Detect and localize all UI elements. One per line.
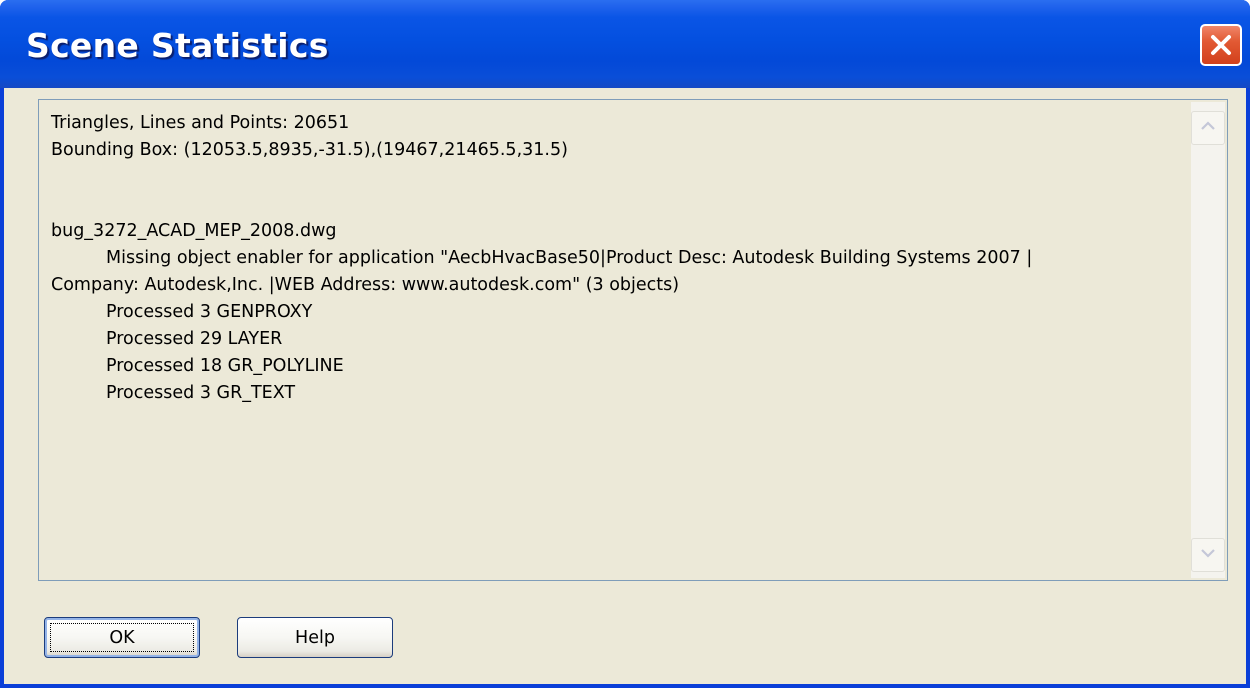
scroll-up-button[interactable] [1191, 111, 1225, 145]
close-button[interactable] [1200, 24, 1242, 66]
window-title: Scene Statistics [26, 26, 329, 65]
statistics-text-area[interactable]: Triangles, Lines and Points: 20651 Bound… [38, 99, 1228, 581]
triangles-count-line: Triangles, Lines and Points: 20651 [51, 113, 350, 133]
missing-enabler-line: Missing object enabler for application "… [106, 248, 1033, 268]
filename-line: bug_3272_ACAD_MEP_2008.dwg [51, 221, 337, 241]
chevron-up-icon [1200, 119, 1216, 137]
scene-statistics-dialog: Scene Statistics Triangles, Lines and Po… [0, 0, 1250, 688]
processed-polyline-line: Processed 18 GR_POLYLINE [106, 356, 344, 376]
processed-layer-line: Processed 29 LAYER [106, 329, 283, 349]
help-button[interactable]: Help [237, 617, 393, 658]
title-bar[interactable]: Scene Statistics [0, 0, 1250, 88]
statistics-report: Triangles, Lines and Points: 20651 Bound… [51, 110, 1181, 407]
close-icon [1209, 33, 1233, 57]
processed-text-line: Processed 3 GR_TEXT [106, 383, 296, 403]
ok-button[interactable]: OK [44, 617, 200, 658]
help-button-label: Help [295, 627, 335, 648]
processed-genproxy-line: Processed 3 GENPROXY [106, 302, 313, 322]
vertical-scrollbar[interactable] [1191, 102, 1225, 578]
scroll-down-button[interactable] [1191, 538, 1225, 572]
bounding-box-line: Bounding Box: (12053.5,8935,-31.5),(1946… [51, 140, 568, 160]
missing-enabler-continuation-line: Company: Autodesk,Inc. |WEB Address: www… [51, 275, 680, 295]
focus-ring [50, 623, 194, 652]
chevron-down-icon [1200, 546, 1216, 564]
